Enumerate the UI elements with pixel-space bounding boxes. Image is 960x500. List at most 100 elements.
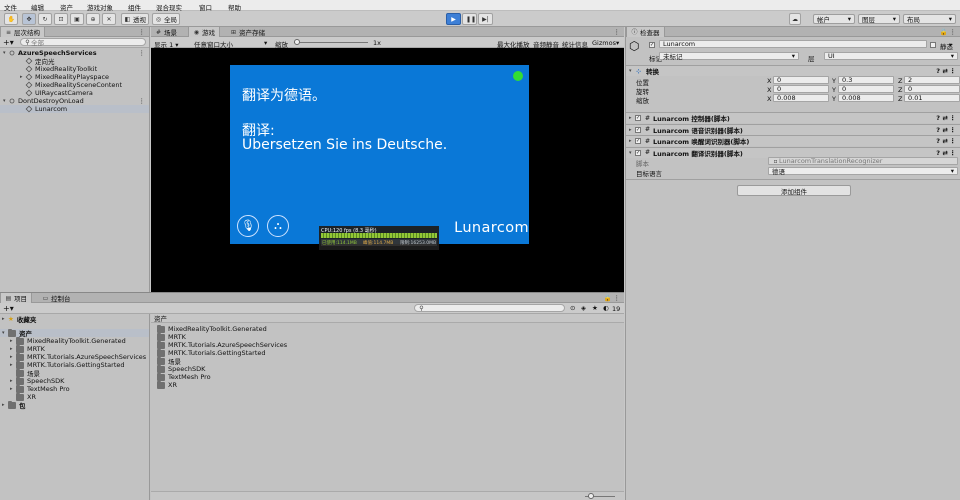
scale-z-input[interactable]: 0.01 — [904, 94, 960, 102]
tab-scene[interactable]: # 场景 — [151, 27, 181, 38]
asset-tree-item[interactable]: ▸ MRTK.Tutorials.GettingStarted — [0, 360, 149, 369]
scale-slider[interactable] — [294, 42, 368, 43]
expand-icon[interactable]: ▾ — [3, 50, 9, 56]
asset-list-item[interactable]: MRTK.Tutorials.GettingStarted — [157, 348, 624, 357]
layers-dropdown[interactable]: 图层 ▾ — [858, 14, 900, 24]
hierarchy-item[interactable]: Lunarcom — [0, 105, 149, 113]
scale-x-input[interactable]: 0.008 — [773, 94, 829, 102]
hierarchy-item[interactable]: MixedRealitySceneContent — [0, 81, 149, 89]
asset-list-item[interactable]: MRTK — [157, 332, 624, 341]
layer-dropdown[interactable]: UI ▾ — [824, 52, 958, 60]
rotation-z-axis-label[interactable]: Z — [898, 86, 902, 94]
asset-tree-item[interactable]: ▸ SpeechSDK — [0, 376, 149, 385]
hierarchy-item[interactable]: MixedRealityToolkit — [0, 65, 149, 73]
asset-tree-item[interactable]: ▸ TextMesh Pro — [0, 384, 149, 393]
preset-icon[interactable]: ⇄ — [943, 137, 948, 145]
pivot-toggle[interactable]: ◧ 透视 — [121, 13, 149, 25]
scale-y-axis-label[interactable]: Y — [832, 95, 836, 103]
rotation-z-input[interactable]: 0 — [904, 85, 960, 93]
hand-tool-button[interactable]: ✋ — [4, 13, 18, 25]
component-enabled-checkbox[interactable]: ✓ — [635, 149, 641, 156]
scale-x-axis-label[interactable]: X — [767, 95, 771, 103]
panel-menu-icon[interactable]: ⋮ — [614, 294, 621, 302]
position-z-input[interactable]: 2 — [904, 76, 960, 84]
visibility-icon[interactable]: ◐ — [603, 304, 609, 312]
panel-menu-icon[interactable]: ⋮ — [950, 28, 957, 36]
tab-inspector[interactable]: ⓘ 检查器 — [626, 27, 665, 37]
position-x-input[interactable]: 0 — [773, 76, 829, 84]
asset-list-item[interactable]: TextMesh Pro — [157, 372, 624, 381]
component-header[interactable]: ▸ ✓ # Lunarcom 控制器(脚本)? ⇄ ⋮ — [626, 112, 960, 123]
help-icon[interactable]: ? — [936, 114, 940, 122]
scale-tool-button[interactable]: ⊡ — [54, 13, 68, 25]
item-menu-icon[interactable]: ⋮ — [139, 97, 146, 105]
rotation-y-input[interactable]: 0 — [838, 85, 894, 93]
scale-z-axis-label[interactable]: Z — [898, 95, 902, 103]
rotation-x-input[interactable]: 0 — [773, 85, 829, 93]
component-menu-icon[interactable]: ⋮ — [950, 149, 957, 157]
chevron-down-icon[interactable]: ▾ — [949, 41, 952, 49]
asset-list-item[interactable]: SpeechSDK — [157, 364, 624, 373]
rotation-x-axis-label[interactable]: X — [767, 86, 771, 94]
component-header[interactable]: ▸ ✓ # Lunarcom 语音识别器(脚本)? ⇄ ⋮ — [626, 123, 960, 135]
preset-icon[interactable]: ⇄ — [943, 126, 948, 134]
hierarchy-item[interactable]: 定向光 — [0, 57, 149, 66]
preset-icon[interactable]: ⇄ — [943, 114, 948, 122]
tab-game[interactable]: ◉ 游戏 — [188, 27, 220, 37]
item-menu-icon[interactable]: ⋮ — [139, 49, 146, 57]
account-dropdown[interactable]: 帐户 ▾ — [813, 14, 855, 24]
component-header[interactable]: ▸ ✓ # Lunarcom 唤醒词识别器(脚本)? ⇄ ⋮ — [626, 135, 960, 146]
pause-button[interactable]: ❚❚ — [462, 13, 477, 25]
asset-tree-item[interactable]: ▸ MRTK — [0, 344, 149, 353]
hierarchy-item[interactable]: ▾ DontDestroyOnLoad ⋮ — [0, 97, 149, 105]
tab-hierarchy[interactable]: ≡ 层次结构 — [0, 27, 45, 37]
tab-asset-store[interactable]: ⊞ 资产存储 — [226, 27, 269, 38]
asset-list-item[interactable]: XR — [157, 380, 624, 389]
tab-project[interactable]: ▤ 项目 — [0, 293, 32, 303]
component-header[interactable]: ▾ ✓ # Lunarcom 翻译识别器(脚本)? ⇄ ⋮ — [626, 146, 960, 158]
active-checkbox[interactable]: ✓ — [649, 42, 655, 48]
asset-list-item[interactable]: MRTK.Tutorials.AzureSpeechServices — [157, 340, 624, 349]
component-enabled-checkbox[interactable]: ✓ — [635, 115, 641, 121]
transform-header[interactable]: ▾ ⊹ 转换 ? ⇄ ⋮ — [626, 65, 960, 76]
hierarchy-item[interactable]: ▾ AzureSpeechServices ⋮ — [0, 49, 149, 57]
position-x-axis-label[interactable]: X — [767, 77, 771, 85]
expand-icon[interactable]: ▾ — [3, 98, 9, 104]
play-button[interactable]: ▶ — [446, 13, 461, 25]
global-toggle[interactable]: ◎ 全局 — [152, 13, 180, 25]
component-menu-icon[interactable]: ⋮ — [950, 126, 957, 134]
project-search-input[interactable]: ⚲ — [414, 304, 565, 312]
asset-list-item[interactable]: MixedRealityToolkit.Generated — [157, 324, 624, 333]
position-z-axis-label[interactable]: Z — [898, 77, 902, 85]
component-enabled-checkbox[interactable]: ✓ — [635, 138, 641, 144]
component-menu-icon[interactable]: ⋮ — [950, 114, 957, 122]
rotate-tool-button[interactable]: ↻ — [38, 13, 52, 25]
collab-button[interactable]: ☁ — [789, 13, 801, 25]
object-name-input[interactable]: Lunarcom — [659, 40, 927, 48]
breadcrumb-assets[interactable]: 资产 — [154, 313, 167, 323]
filter-type-icon[interactable]: ⊙ — [570, 304, 575, 312]
hierarchy-search-input[interactable]: ⚲ 全部 — [20, 38, 146, 47]
panel-menu-icon[interactable]: ⋮ — [614, 28, 621, 36]
satellite-button[interactable]: ⛬ — [267, 215, 289, 237]
asset-tree-item[interactable]: 场景 — [0, 368, 149, 378]
asset-tree-item[interactable]: ▸ MRTK.Tutorials.AzureSpeechServices — [0, 352, 149, 361]
preset-icon[interactable]: ⇄ — [943, 67, 948, 75]
hierarchy-item[interactable]: UIRaycastCamera — [0, 89, 149, 97]
scale-y-input[interactable]: 0.008 — [838, 94, 894, 102]
component-menu-icon[interactable]: ⋮ — [950, 137, 957, 145]
transform-tool-button[interactable]: ⊕ — [86, 13, 100, 25]
rotation-y-axis-label[interactable]: Y — [832, 86, 836, 94]
assets-root-row[interactable]: ▾ 资产 — [0, 328, 149, 338]
gizmos-toggle[interactable]: Gizmos — [592, 39, 616, 47]
help-icon[interactable]: ? — [936, 67, 940, 75]
custom-tool-button[interactable]: ✕ — [102, 13, 116, 25]
microphone-button[interactable]: 🎙 — [237, 215, 259, 237]
position-y-axis-label[interactable]: Y — [832, 77, 836, 85]
help-icon[interactable]: ? — [936, 137, 940, 145]
favorites-row[interactable]: ▸ ★ 收藏夹 — [0, 315, 149, 324]
asset-list-item[interactable]: 场景 — [157, 356, 624, 366]
scale-slider-handle[interactable] — [294, 39, 300, 45]
hierarchy-item[interactable]: ▸ MixedRealityPlayspace — [0, 73, 149, 81]
help-icon[interactable]: ? — [936, 149, 940, 157]
